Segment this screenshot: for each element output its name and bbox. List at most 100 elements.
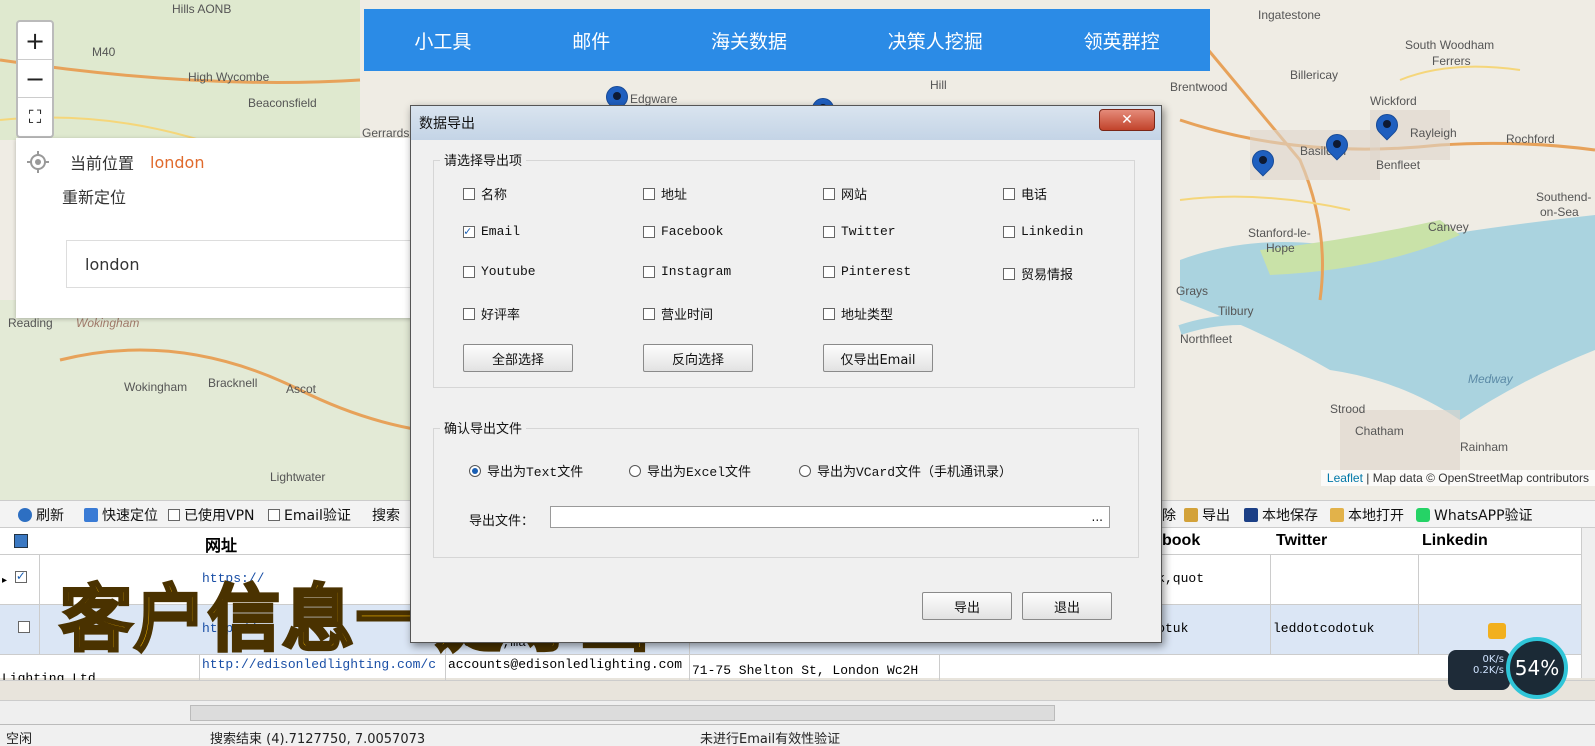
checkbox[interactable] <box>823 187 835 200</box>
email-verify-checkbox[interactable]: Email验证 <box>268 505 351 525</box>
option-label: Youtube <box>481 264 536 279</box>
option-twitter[interactable]: Twitter <box>823 224 896 239</box>
checkbox[interactable] <box>463 307 475 320</box>
map-label: Lightwater <box>270 470 326 484</box>
whatsapp-verify-button[interactable]: WhatsAPP验证 <box>1416 505 1533 525</box>
email-only-button[interactable]: 仅导出Email <box>823 344 933 372</box>
checkbox[interactable] <box>643 225 655 238</box>
option-youtube[interactable]: Youtube <box>463 264 536 279</box>
locate-icon[interactable] <box>26 150 50 174</box>
zoom-in-button[interactable]: + <box>18 22 52 60</box>
close-button[interactable]: ✕ <box>1099 109 1155 131</box>
search-label[interactable]: 搜索 <box>372 505 400 525</box>
format-text[interactable]: 导出为Text文件 <box>469 461 583 480</box>
map-label: Edgware <box>630 92 678 106</box>
radio[interactable] <box>799 464 811 477</box>
option-label: Email <box>481 224 521 239</box>
row-checkbox[interactable] <box>14 569 27 584</box>
column-header-linkedin[interactable]: Linkedin <box>1422 532 1488 550</box>
option-pinterest[interactable]: Pinterest <box>823 264 911 279</box>
export-button[interactable]: 导出 <box>922 592 1012 620</box>
checkbox[interactable] <box>823 307 835 320</box>
checkbox[interactable] <box>1003 225 1015 238</box>
column-header-url[interactable]: 网址 <box>205 532 237 556</box>
vpn-checkbox[interactable]: 已使用VPN <box>168 505 255 525</box>
radio[interactable] <box>629 464 641 477</box>
option-phone[interactable]: 电话 <box>1003 184 1047 203</box>
browse-button[interactable]: ... <box>1092 510 1103 524</box>
map-marker[interactable] <box>1321 129 1353 164</box>
option-trade-intel[interactable]: 贸易情报 <box>1003 264 1073 283</box>
row-select-cell[interactable]: ▸ <box>0 555 40 604</box>
option-address[interactable]: 地址 <box>643 184 687 203</box>
map-marker[interactable] <box>1371 109 1403 144</box>
row-checkbox[interactable] <box>18 621 30 633</box>
map-label: Chatham <box>1355 424 1404 438</box>
format-excel[interactable]: 导出为Excel文件 <box>629 461 751 480</box>
map-marker[interactable] <box>1247 145 1279 180</box>
map-label: Stanford-le- <box>1248 226 1311 240</box>
row-select-cell[interactable] <box>0 605 40 654</box>
checkbox[interactable] <box>643 307 655 320</box>
select-all-checkbox[interactable] <box>14 534 28 548</box>
checkbox[interactable] <box>823 225 835 238</box>
refresh-button[interactable]: 刷新 <box>18 505 64 525</box>
checkbox[interactable] <box>463 265 475 278</box>
location-input[interactable]: london <box>66 240 426 288</box>
map-zoom-control: + − ⛶ <box>16 20 54 138</box>
checkbox[interactable] <box>643 187 655 200</box>
checkbox[interactable] <box>463 187 475 200</box>
option-hours[interactable]: 营业时间 <box>643 304 713 323</box>
horizontal-scroll-thumb[interactable] <box>190 705 1055 721</box>
checkbox[interactable] <box>643 265 655 278</box>
option-label: 营业时间 <box>661 308 714 323</box>
status-bar: 空闲 搜索结束 (4).7127750, 7.0057073 未进行Email有… <box>0 724 1595 746</box>
map-label: Canvey <box>1428 220 1469 234</box>
grid-horizontal-scrollbar[interactable] <box>0 700 1595 724</box>
nav-item-decision-maker[interactable]: 决策人挖掘 <box>888 27 983 54</box>
leaflet-link[interactable]: Leaflet <box>1327 471 1363 485</box>
option-website[interactable]: 网站 <box>823 184 867 203</box>
local-open-button[interactable]: 本地打开 <box>1330 505 1404 525</box>
checkbox[interactable] <box>1003 267 1015 280</box>
option-facebook[interactable]: Facebook <box>643 224 723 239</box>
save-icon <box>1244 508 1258 522</box>
format-vcard[interactable]: 导出为VCard文件（手机通讯录） <box>799 461 1012 480</box>
status-left: 空闲 <box>6 732 33 746</box>
export-file-label: 导出文件： <box>469 514 535 529</box>
option-address-type[interactable]: 地址类型 <box>823 304 893 323</box>
nav-item-mail[interactable]: 邮件 <box>572 27 610 54</box>
radio[interactable] <box>469 464 481 477</box>
option-instagram[interactable]: Instagram <box>643 264 731 279</box>
quick-locate-button[interactable]: 快速定位 <box>84 505 158 525</box>
export-button[interactable]: 导出 <box>1184 505 1230 525</box>
checkbox[interactable] <box>823 265 835 278</box>
zoom-out-button[interactable]: − <box>18 60 52 98</box>
option-label: 电话 <box>1021 188 1048 203</box>
option-name[interactable]: 名称 <box>463 184 507 203</box>
nav-item-linkedin-control[interactable]: 领英群控 <box>1084 27 1160 54</box>
nav-item-tools[interactable]: 小工具 <box>414 27 471 54</box>
column-header-facebook[interactable]: book <box>1162 532 1200 550</box>
fullscreen-icon[interactable]: ⛶ <box>18 98 52 136</box>
checkbox[interactable] <box>1003 187 1015 200</box>
exit-button[interactable]: 退出 <box>1022 592 1112 620</box>
column-header-twitter[interactable]: Twitter <box>1276 532 1327 550</box>
option-email[interactable]: Email <box>463 224 520 239</box>
select-all-button[interactable]: 全部选择 <box>463 344 573 372</box>
email-verify-checkbox-box[interactable] <box>268 509 280 521</box>
nav-item-customs-data[interactable]: 海关数据 <box>711 27 787 54</box>
option-label: Instagram <box>661 264 732 279</box>
local-save-button[interactable]: 本地保存 <box>1244 505 1318 525</box>
option-linkedin[interactable]: Linkedin <box>1003 224 1083 239</box>
export-file-input[interactable]: ... <box>550 506 1110 528</box>
delete-button[interactable]: 除 <box>1162 505 1176 525</box>
grid-vertical-scrollbar[interactable] <box>1581 528 1595 678</box>
checkbox[interactable] <box>463 224 475 239</box>
option-label: Pinterest <box>841 264 912 279</box>
option-label: 地址类型 <box>841 308 894 323</box>
option-label: 网站 <box>841 188 868 203</box>
invert-selection-button[interactable]: 反向选择 <box>643 344 753 372</box>
option-rating[interactable]: 好评率 <box>463 304 520 323</box>
vpn-checkbox-box[interactable] <box>168 509 180 521</box>
